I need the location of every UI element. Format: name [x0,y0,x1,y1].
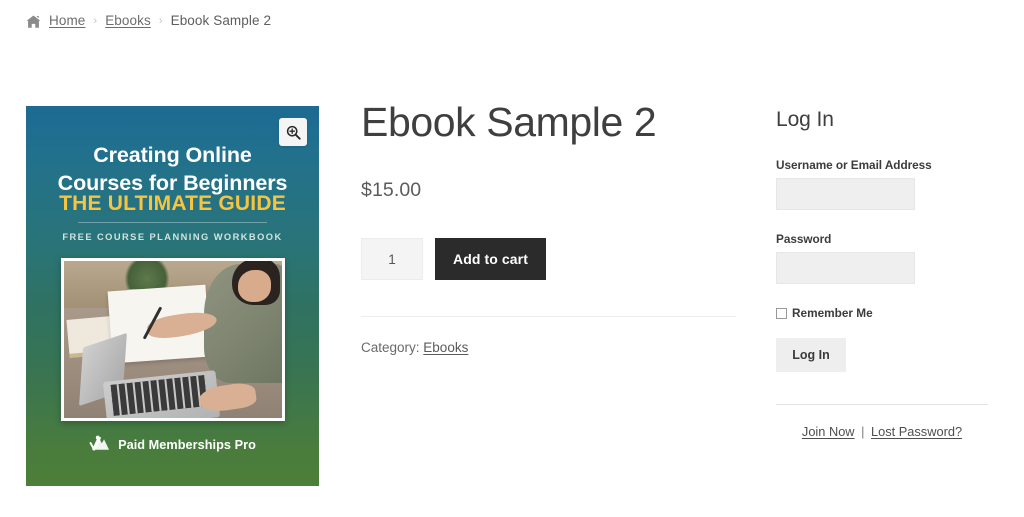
add-to-cart-form: Add to cart [361,238,736,281]
login-heading: Log In [776,108,834,131]
remember-me-label[interactable]: Remember Me [792,306,873,320]
login-submit-button[interactable]: Log In [776,338,846,372]
cover-subtitle: THE ULTIMATE GUIDE [59,192,286,215]
login-divider [776,404,988,405]
quantity-input[interactable] [361,238,423,281]
photo-plant [125,261,169,290]
cover-title: Creating Online Courses for Beginners [26,142,319,197]
photo-person-face [238,270,272,302]
password-input[interactable] [776,252,915,284]
cover-brand: Paid Memberships Pro [26,433,319,457]
link-separator: | [861,424,865,439]
product-cover-image[interactable]: Creating Online Courses for Beginners TH… [26,106,319,486]
summary-divider [361,316,736,318]
breadcrumb-item-ebooks[interactable]: Ebooks [105,13,151,28]
product-price: $15.00 [361,179,422,202]
page-title: Ebook Sample 2 [361,99,657,145]
breadcrumb-separator: › [93,14,98,27]
cover-brand-text: Paid Memberships Pro [118,438,256,452]
breadcrumb: Home › Ebooks › Ebook Sample 2 [26,13,271,28]
cover-tagline: FREE COURSE PLANNING WORKBOOK [62,232,283,242]
product-summary: Ebook Sample 2 $15.00 Add to cart Catego… [361,100,736,355]
cover-divider [78,222,267,223]
category-label: Category: [361,340,420,356]
product-category-meta: Category: Ebooks [361,340,736,355]
cover-title-line2: Courses for Beginners [57,170,288,195]
breadcrumb-item-current: Ebook Sample 2 [170,13,272,28]
magnifier-plus-icon[interactable] [279,118,307,146]
username-label: Username or Email Address [776,158,932,172]
add-to-cart-button[interactable]: Add to cart [435,238,546,281]
breadcrumb-item-home[interactable]: Home [49,13,85,28]
remember-me-checkbox[interactable] [776,307,787,319]
lost-password-link[interactable]: Lost Password? [871,424,962,439]
remember-me-row[interactable]: Remember Me [776,306,988,320]
breadcrumb-separator: › [158,14,163,27]
cover-title-line1: Creating Online [93,143,252,167]
category-link-ebooks[interactable]: Ebooks [423,340,468,355]
join-now-link[interactable]: Join Now [802,424,855,439]
password-label: Password [776,232,832,246]
cover-photo [61,258,285,421]
login-footer-links: Join Now | Lost Password? [776,424,988,439]
username-input[interactable] [776,178,915,210]
pmp-mountain-logo-icon [89,433,111,457]
login-widget: Log In Username or Email Address Passwor… [776,108,988,439]
product-image-gallery: Creating Online Courses for Beginners TH… [26,106,319,486]
home-icon[interactable] [26,15,41,29]
